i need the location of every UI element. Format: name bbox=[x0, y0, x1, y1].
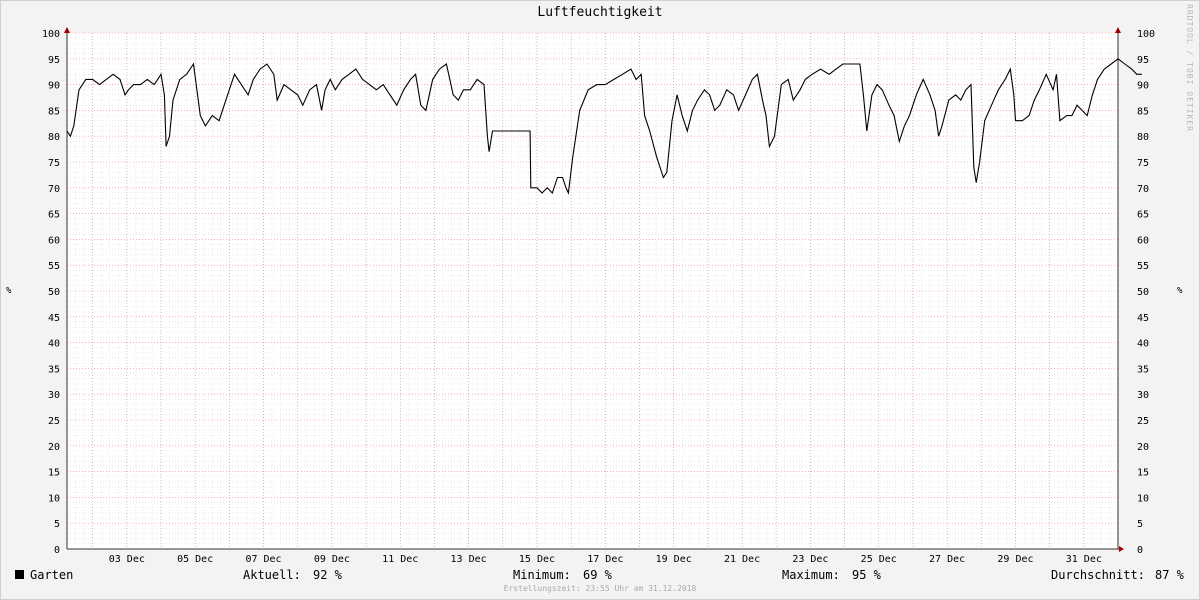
y-tick-label-right: 75 bbox=[1137, 158, 1149, 169]
y-tick-label-right: 20 bbox=[1137, 442, 1149, 453]
y-tick-label-right: 70 bbox=[1137, 184, 1149, 195]
legend-minimum-value: 69 % bbox=[583, 568, 612, 582]
y-axis-arrow-left bbox=[64, 27, 70, 33]
y-tick-label-right: 35 bbox=[1137, 364, 1149, 375]
y-tick-label-right: 30 bbox=[1137, 390, 1149, 401]
y-tick-label-right: 90 bbox=[1137, 81, 1149, 92]
y-tick-label-right: 10 bbox=[1137, 493, 1149, 504]
legend-swatch-garten bbox=[15, 570, 24, 579]
y-tick-label-left: 30 bbox=[48, 390, 60, 401]
x-axis-arrow bbox=[1119, 546, 1124, 552]
y-tick-label-left: 25 bbox=[48, 416, 60, 427]
y-tick-label-left: 60 bbox=[48, 235, 60, 246]
y-tick-label-left: 15 bbox=[48, 468, 60, 479]
x-tick-label: 05 Dec bbox=[177, 554, 213, 565]
chart-area: 0 05 510 1015 1520 2025 2530 3035 3540 4045 4550 50… bbox=[42, 27, 1155, 565]
x-tick-label: 17 Dec bbox=[587, 554, 623, 565]
y-tick-label-right: 15 bbox=[1137, 468, 1149, 479]
y-tick-label-left: 0 bbox=[54, 545, 60, 556]
x-tick-label: 21 Dec bbox=[724, 554, 760, 565]
y-tick-label-left: 90 bbox=[48, 81, 60, 92]
x-tick-label: 27 Dec bbox=[929, 554, 965, 565]
y-tick-label-left: 20 bbox=[48, 442, 60, 453]
y-tick-label-left: 5 bbox=[54, 519, 60, 530]
y-tick-label-right: 95 bbox=[1137, 55, 1149, 66]
legend-maximum-value: 95 % bbox=[852, 568, 881, 582]
creation-time: Erstellungszeit: 23:55 Uhr am 31.12.2018 bbox=[503, 584, 697, 593]
y-tick-label-left: 100 bbox=[42, 29, 60, 40]
y-tick-label-left: 45 bbox=[48, 313, 60, 324]
y-tick-label-right: 25 bbox=[1137, 416, 1149, 427]
y-tick-label-right: 65 bbox=[1137, 210, 1149, 221]
x-tick-label: 19 Dec bbox=[656, 554, 692, 565]
y-tick-label-right: 100 bbox=[1137, 29, 1155, 40]
legend-aktuell-label: Aktuell: bbox=[243, 568, 301, 582]
y-axis-arrow-right bbox=[1115, 27, 1121, 33]
y-tick-label-left: 10 bbox=[48, 493, 60, 504]
y-tick-label-left: 75 bbox=[48, 158, 60, 169]
y-tick-label-right: 50 bbox=[1137, 287, 1149, 298]
y-tick-label-left: 85 bbox=[48, 106, 60, 117]
legend-minimum-label: Minimum: bbox=[513, 568, 571, 582]
x-tick-label: 09 Dec bbox=[314, 554, 350, 565]
legend-maximum-label: Maximum: bbox=[782, 568, 840, 582]
y-tick-label-left: 50 bbox=[48, 287, 60, 298]
y-tick-label-right: 55 bbox=[1137, 261, 1149, 272]
y-tick-label-right: 5 bbox=[1137, 519, 1143, 530]
y-tick-label-left: 35 bbox=[48, 364, 60, 375]
x-tick-label: 13 Dec bbox=[451, 554, 487, 565]
y-tick-label-left: 80 bbox=[48, 132, 60, 143]
y-tick-label-right: 80 bbox=[1137, 132, 1149, 143]
y-tick-label-left: 95 bbox=[48, 55, 60, 66]
x-tick-label: 15 Dec bbox=[519, 554, 555, 565]
y-tick-label-right: 0 bbox=[1137, 545, 1143, 556]
x-tick-label: 23 Dec bbox=[792, 554, 828, 565]
x-tick-label: 03 Dec bbox=[109, 554, 145, 565]
x-tick-label: 07 Dec bbox=[245, 554, 281, 565]
legend-series-label: Garten bbox=[30, 568, 74, 582]
y-tick-label-right: 60 bbox=[1137, 235, 1149, 246]
x-tick-label: 29 Dec bbox=[997, 554, 1033, 565]
legend-durchschnitt-label: Durchschnitt: bbox=[1051, 568, 1145, 582]
legend-aktuell-value: 92 % bbox=[313, 568, 342, 582]
x-tick-label: 31 Dec bbox=[1066, 554, 1102, 565]
y-tick-label-right: 85 bbox=[1137, 106, 1149, 117]
y-tick-label-left: 55 bbox=[48, 261, 60, 272]
x-tick-label: 11 Dec bbox=[382, 554, 418, 565]
y-tick-label-left: 70 bbox=[48, 184, 60, 195]
y-tick-label-left: 65 bbox=[48, 210, 60, 221]
y-tick-label-right: 45 bbox=[1137, 313, 1149, 324]
y-tick-label-right: 40 bbox=[1137, 339, 1149, 350]
legend-durchschnitt-value: 87 % bbox=[1155, 568, 1184, 582]
y-tick-label-left: 40 bbox=[48, 339, 60, 350]
x-tick-label: 25 Dec bbox=[861, 554, 897, 565]
